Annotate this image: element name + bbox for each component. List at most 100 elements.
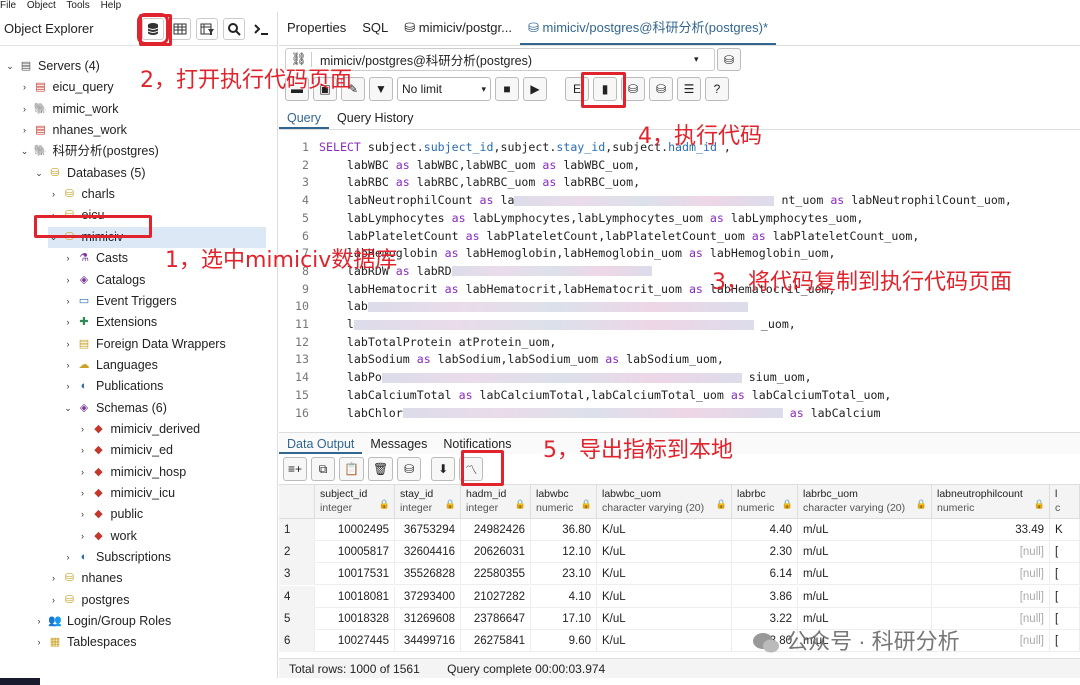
- table-cell[interactable]: K: [1050, 519, 1080, 541]
- column-header[interactable]: labrbc numeric 🔒: [732, 485, 798, 519]
- tab-sql[interactable]: SQL: [354, 11, 396, 45]
- table-cell[interactable]: m/uL: [798, 519, 932, 541]
- table-cell[interactable]: 10027445: [315, 630, 395, 652]
- table-cell[interactable]: 23.10: [531, 563, 597, 586]
- table-cell[interactable]: 36.80: [531, 519, 597, 541]
- table-cell[interactable]: [null]: [932, 541, 1050, 564]
- table-cell[interactable]: [: [1050, 585, 1080, 608]
- stop-button[interactable]: ■: [495, 77, 519, 101]
- tree-node-mimic-work[interactable]: › 🐘 mimic_work: [19, 99, 118, 120]
- table-cell[interactable]: [: [1050, 607, 1080, 630]
- chevron-right-icon[interactable]: ›: [19, 99, 31, 120]
- tree-node-casts[interactable]: › ⚗ Casts: [62, 248, 128, 269]
- chevron-down-icon[interactable]: ⌄: [19, 141, 31, 162]
- table-cell[interactable]: 9.60: [531, 630, 597, 652]
- tree-node-eicu-query[interactable]: › ▤ eicu_query: [19, 77, 114, 98]
- column-header[interactable]: labneutrophilcount numeric 🔒: [932, 485, 1050, 519]
- help-button[interactable]: ?: [705, 77, 729, 101]
- delete-button[interactable]: 🗑: [367, 457, 394, 481]
- table-cell[interactable]: 26275841: [461, 630, 531, 652]
- table-cell[interactable]: 17.10: [531, 607, 597, 630]
- table-cell[interactable]: K/uL: [597, 607, 732, 630]
- table-cell[interactable]: [: [1050, 630, 1080, 652]
- add-row-button[interactable]: ≡+: [283, 457, 308, 481]
- row-number[interactable]: 2: [279, 541, 315, 564]
- tab-query[interactable]: Query: [279, 106, 330, 129]
- chevron-down-icon[interactable]: ⌄: [4, 56, 16, 77]
- tree-node-schemas-6[interactable]: ⌄ ◈ Schemas (6): [62, 398, 167, 419]
- chevron-right-icon[interactable]: ›: [48, 568, 60, 589]
- table-cell[interactable]: [null]: [932, 585, 1050, 608]
- tab-query-2[interactable]: ⛁ mimiciv/postgres@科研分析(postgres)*: [519, 11, 777, 45]
- column-header[interactable]: subject_id integer 🔒: [315, 485, 395, 519]
- table-row[interactable]: 3 10017531 35526828 22580355 23.10 K/uL 6.14 m/…: [279, 563, 1080, 586]
- search-button[interactable]: [223, 17, 245, 40]
- chevron-right-icon[interactable]: ›: [77, 462, 89, 483]
- tree-node-work[interactable]: › ◆ work: [77, 526, 137, 547]
- row-number[interactable]: 6: [279, 630, 315, 652]
- tree-node-databases-5[interactable]: ⌄ ⛁ Databases (5): [33, 163, 145, 184]
- chevron-down-icon[interactable]: ⌄: [62, 398, 74, 419]
- table-cell[interactable]: 10005817: [315, 541, 395, 564]
- copy-button[interactable]: ⧉: [311, 457, 336, 481]
- table-cell[interactable]: 24982426: [461, 519, 531, 541]
- table-cell[interactable]: 4.40: [732, 519, 798, 541]
- table-cell[interactable]: K/uL: [597, 585, 732, 608]
- tree-node-languages[interactable]: › ☁ Languages: [62, 355, 158, 376]
- table-cell[interactable]: [: [1050, 563, 1080, 586]
- menu-file[interactable]: File: [0, 0, 16, 11]
- table-cell[interactable]: [: [1050, 541, 1080, 564]
- tab-query-history[interactable]: Query History: [329, 106, 421, 129]
- table-cell[interactable]: 3.86: [732, 585, 798, 608]
- table-cell[interactable]: 20626031: [461, 541, 531, 564]
- menu-object[interactable]: Object: [27, 0, 56, 11]
- table-cell[interactable]: m/uL: [798, 563, 932, 586]
- table-cell[interactable]: K/uL: [597, 519, 732, 541]
- menu-tools[interactable]: Tools: [66, 0, 89, 11]
- table-cell[interactable]: m/uL: [798, 541, 932, 564]
- tree-node-postgres[interactable]: ⌄ 🐘 科研分析(postgres): [19, 141, 159, 162]
- table-cell[interactable]: K/uL: [597, 563, 732, 586]
- chevron-right-icon[interactable]: ›: [77, 504, 89, 525]
- column-header[interactable]: labwbc numeric 🔒: [531, 485, 597, 519]
- tree-node-postgres[interactable]: › ⛁ postgres: [48, 590, 129, 611]
- table-cell[interactable]: 10017531: [315, 563, 395, 586]
- table-cell[interactable]: K/uL: [597, 630, 732, 652]
- chevron-right-icon[interactable]: ›: [62, 248, 74, 269]
- filter-button[interactable]: ▼: [369, 77, 393, 101]
- tab-data-output[interactable]: Data Output: [279, 433, 363, 454]
- chevron-right-icon[interactable]: ›: [77, 526, 89, 547]
- table-cell[interactable]: 33.49: [932, 519, 1050, 541]
- tree-node-login-group-roles[interactable]: › 👥 Login/Group Roles: [33, 611, 172, 632]
- table-cell[interactable]: 32604416: [395, 541, 461, 564]
- column-header[interactable]: labrbc_uom character varying (20) 🔒: [798, 485, 932, 519]
- tree-node-mimiciv-ed[interactable]: › ◆ mimiciv_ed: [77, 440, 173, 461]
- table-cell[interactable]: 34499716: [395, 630, 461, 652]
- table-cell[interactable]: 37293400: [395, 585, 461, 608]
- table-row[interactable]: 6 10027445 34499716 26275841 9.60 K/uL 3.80 m/u…: [279, 630, 1080, 652]
- table-cell[interactable]: 10018328: [315, 607, 395, 630]
- tree-node-public[interactable]: › ◆ public: [77, 504, 143, 525]
- chevron-right-icon[interactable]: ›: [62, 376, 74, 397]
- table-row[interactable]: 5 10018328 31269608 23786647 17.10 K/uL 3.22 m/…: [279, 607, 1080, 630]
- chevron-right-icon[interactable]: ›: [62, 334, 74, 355]
- table-cell[interactable]: 36753294: [395, 519, 461, 541]
- download-button[interactable]: ⬇: [431, 457, 456, 481]
- macros-button[interactable]: ☰: [677, 77, 701, 101]
- chevron-right-icon[interactable]: ›: [77, 419, 89, 440]
- paste-button[interactable]: 📋: [339, 457, 364, 481]
- tab-messages[interactable]: Messages: [362, 433, 435, 454]
- row-number[interactable]: 3: [279, 563, 315, 586]
- chevron-right-icon[interactable]: ›: [33, 611, 45, 632]
- chevron-right-icon[interactable]: ›: [48, 590, 60, 611]
- chevron-right-icon[interactable]: ›: [62, 547, 74, 568]
- table-row[interactable]: 2 10005817 32604416 20626031 12.10 K/uL 2.30 m/…: [279, 541, 1080, 564]
- tree-node-catalogs[interactable]: › ◈ Catalogs: [62, 270, 146, 291]
- table-cell[interactable]: 22580355: [461, 563, 531, 586]
- tree-node-mimiciv-hosp[interactable]: › ◆ mimiciv_hosp: [77, 462, 186, 483]
- table-cell[interactable]: 35526828: [395, 563, 461, 586]
- column-header[interactable]: labwbc_uom character varying (20) 🔒: [597, 485, 732, 519]
- menu-help[interactable]: Help: [101, 0, 122, 11]
- column-header[interactable]: hadm_id integer 🔒: [461, 485, 531, 519]
- tree-node-publications[interactable]: › ◐ Publications: [62, 376, 164, 397]
